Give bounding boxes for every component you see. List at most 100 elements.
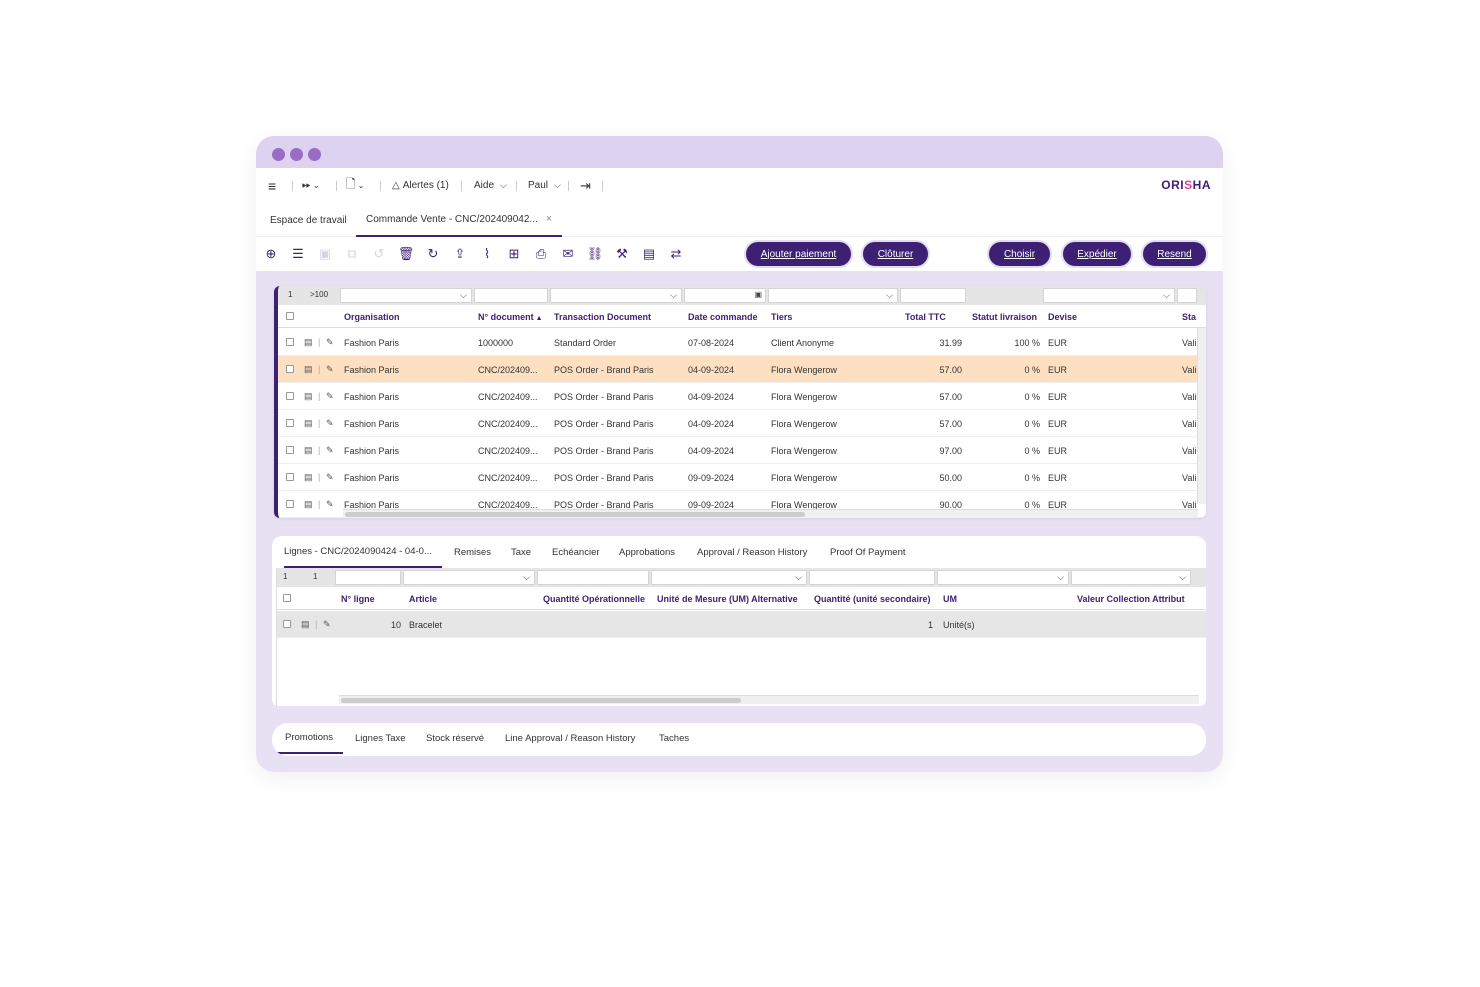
document-icon[interactable]: ▤ xyxy=(304,472,313,483)
tab-line-approval-history[interactable]: Line Approval / Reason History xyxy=(505,723,635,754)
secondary-qty-filter[interactable] xyxy=(809,570,935,585)
delete-icon[interactable]: 🗑 xyxy=(397,245,415,263)
hamburger-menu-icon[interactable]: ≡ xyxy=(268,168,276,203)
tab-discounts[interactable]: Remises xyxy=(454,536,491,568)
horizontal-scrollbar[interactable] xyxy=(343,509,1198,518)
line-no-filter[interactable] xyxy=(335,570,401,585)
column-header-total[interactable]: Total TTC xyxy=(905,312,946,322)
column-header-delivery-status[interactable]: Statut livraison xyxy=(972,312,1037,322)
article-filter[interactable]: ⌵ xyxy=(403,570,535,585)
logout-icon[interactable]: ⇥ xyxy=(580,168,591,203)
column-header-organisation[interactable]: Organisation xyxy=(344,312,400,322)
form-view-icon[interactable]: ▤ xyxy=(640,245,658,263)
tab-approvals[interactable]: Approbations xyxy=(619,536,675,568)
mail-icon[interactable]: ✉ xyxy=(559,245,577,263)
status-filter[interactable] xyxy=(1177,288,1197,303)
window-control-dot[interactable] xyxy=(290,148,303,161)
row-checkbox[interactable] xyxy=(286,500,294,508)
tab-promotions[interactable]: Promotions xyxy=(272,723,344,754)
total-filter[interactable] xyxy=(900,288,966,303)
partner-filter[interactable]: ⌵ xyxy=(768,288,898,303)
transaction-filter[interactable]: ⌵ xyxy=(550,288,682,303)
attachment-icon[interactable]: ⌇ xyxy=(478,245,496,263)
row-checkbox[interactable] xyxy=(286,392,294,400)
tab-tax-lines[interactable]: Lignes Taxe xyxy=(355,723,406,754)
qty-filter[interactable] xyxy=(537,570,649,585)
tab-tax[interactable]: Taxe xyxy=(511,536,531,568)
table-row[interactable]: ▤ | ✎ Fashion Paris CNC/202409... POS Order -… xyxy=(278,356,1206,383)
document-icon[interactable]: ▤ xyxy=(304,499,313,510)
select-all-checkbox[interactable] xyxy=(283,594,291,602)
close-icon[interactable]: × xyxy=(546,213,552,225)
undo-icon[interactable]: ↺ xyxy=(370,245,388,263)
alerts-menu[interactable]: △ Alertes (1) xyxy=(392,168,449,203)
add-payment-button[interactable]: Ajouter paiement xyxy=(746,242,851,266)
document-icon[interactable]: ▤ xyxy=(304,445,313,456)
row-checkbox[interactable] xyxy=(286,338,294,346)
copy-icon[interactable]: ⧉ xyxy=(343,245,361,263)
tab-sales-order[interactable]: Commande Vente - CNC/202409042... × xyxy=(356,203,563,237)
tools-icon[interactable]: ⚒ xyxy=(613,245,631,263)
edit-icon[interactable]: ✎ xyxy=(326,337,334,348)
edit-icon[interactable]: ✎ xyxy=(326,499,334,510)
document-icon[interactable]: ▤ xyxy=(304,364,313,375)
collection-filter[interactable]: ⌵ xyxy=(1071,570,1191,585)
row-checkbox[interactable] xyxy=(283,620,291,628)
table-row[interactable]: ▤ | ✎ Fashion Paris CNC/202409... POS Order -… xyxy=(278,383,1206,410)
help-menu[interactable]: Aide ⌵ xyxy=(474,168,507,203)
edit-icon[interactable]: ✎ xyxy=(326,364,334,375)
document-add-icon[interactable]: ⊞ xyxy=(505,245,523,263)
row-checkbox[interactable] xyxy=(286,473,294,481)
column-header-uom[interactable]: UM xyxy=(943,594,957,604)
fast-forward-icon[interactable]: ⏩︎ ⌄ xyxy=(302,168,320,203)
resend-button[interactable]: Resend xyxy=(1143,242,1206,266)
column-header-currency[interactable]: Devise xyxy=(1048,312,1077,322)
tab-schedule[interactable]: Echéancier xyxy=(552,536,600,568)
currency-filter[interactable]: ⌵ xyxy=(1043,288,1175,303)
edit-icon[interactable]: ✎ xyxy=(326,391,334,402)
column-header-status[interactable]: Sta xyxy=(1182,312,1196,322)
column-header-collection-attr[interactable]: Valeur Collection Attribut xyxy=(1077,594,1185,604)
row-checkbox[interactable] xyxy=(286,419,294,427)
edit-icon[interactable]: ✎ xyxy=(326,445,334,456)
document-filter[interactable] xyxy=(474,288,548,303)
window-control-dot[interactable] xyxy=(272,148,285,161)
scrollbar-thumb[interactable] xyxy=(341,698,741,703)
edit-icon[interactable]: ✎ xyxy=(326,418,334,429)
refresh-icon[interactable]: ↻ xyxy=(424,245,442,263)
table-row[interactable]: ▤ | ✎ Fashion Paris 1000000 Standard Order 07-… xyxy=(278,329,1206,356)
alt-uom-filter[interactable]: ⌵ xyxy=(651,570,807,585)
horizontal-scrollbar[interactable] xyxy=(339,695,1199,704)
column-header-secondary-qty[interactable]: Quantité (unité secondaire) xyxy=(814,594,931,604)
print-icon[interactable]: ⎙ xyxy=(532,245,550,263)
table-row[interactable]: ▤ | ✎ Fashion Paris CNC/202409... POS Order -… xyxy=(278,437,1206,464)
ship-button[interactable]: Expédier xyxy=(1063,242,1131,266)
stack-icon[interactable]: ☰ xyxy=(289,245,307,263)
close-order-button[interactable]: Clôturer xyxy=(863,242,928,266)
vertical-scrollbar[interactable] xyxy=(1197,328,1206,504)
window-control-dot[interactable] xyxy=(308,148,321,161)
tab-reserved-stock[interactable]: Stock réservé xyxy=(426,723,484,754)
column-header-partner[interactable]: Tiers xyxy=(771,312,792,322)
date-filter[interactable]: ▣ xyxy=(684,288,766,303)
select-all-checkbox[interactable] xyxy=(286,312,294,320)
column-header-transaction[interactable]: Transaction Document xyxy=(554,312,651,322)
uom-filter[interactable]: ⌵ xyxy=(937,570,1069,585)
scrollbar-thumb[interactable] xyxy=(345,512,805,517)
table-row[interactable]: ▤ | ✎ 10 Bracelet 1 Unité(s) xyxy=(277,611,1206,638)
calendar-icon[interactable]: ▣ xyxy=(754,290,762,299)
tab-lines[interactable]: Lignes - CNC/2024090424 - 04-0... xyxy=(284,536,442,568)
switch-view-icon[interactable]: ⇄ xyxy=(667,245,685,263)
column-header-article[interactable]: Article xyxy=(409,594,437,604)
edit-icon[interactable]: ✎ xyxy=(326,472,334,483)
tab-proof-of-payment[interactable]: Proof Of Payment xyxy=(830,536,906,568)
link-icon[interactable]: ⛓ xyxy=(586,245,604,263)
edit-icon[interactable]: ✎ xyxy=(323,619,331,630)
table-row[interactable]: ▤ | ✎ Fashion Paris CNC/202409... POS Order -… xyxy=(278,410,1206,437)
new-record-icon[interactable]: ⊕ xyxy=(262,245,280,263)
column-header-document-no[interactable]: N° document ▲ xyxy=(478,312,543,322)
column-header-date[interactable]: Date commande xyxy=(688,312,758,322)
user-menu[interactable]: Paul ⌵ xyxy=(528,168,561,203)
tab-workspace[interactable]: Espace de travail xyxy=(270,203,347,237)
row-checkbox[interactable] xyxy=(286,365,294,373)
